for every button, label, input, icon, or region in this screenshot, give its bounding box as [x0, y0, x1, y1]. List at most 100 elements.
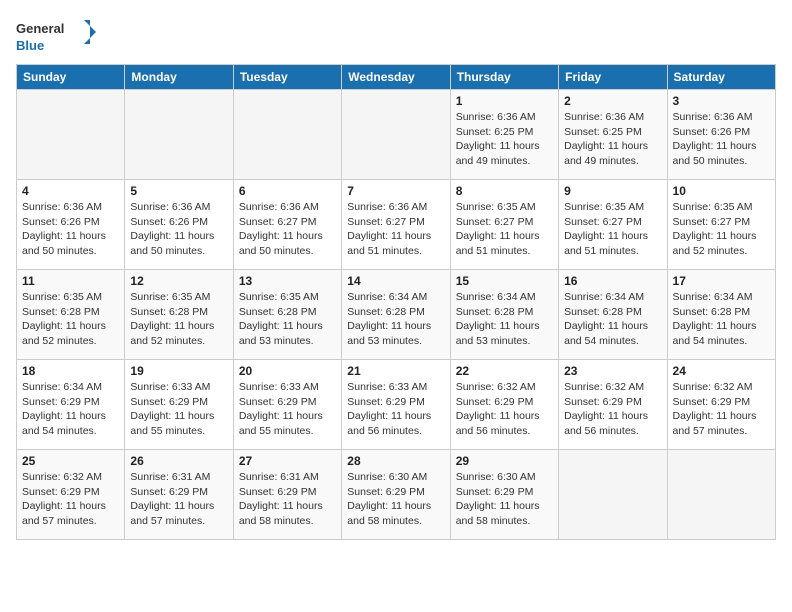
day-number: 11	[22, 274, 119, 288]
calendar-cell: 13 Sunrise: 6:35 AMSunset: 6:28 PMDayligh…	[233, 270, 341, 360]
calendar-cell: 4Sunrise: 6:36 AMSunset: 6:26 PMDaylight…	[17, 180, 125, 270]
calendar-cell: 9Sunrise: 6:35 AMSunset: 6:27 PMDaylight…	[559, 180, 667, 270]
weekday-header: Monday	[125, 65, 233, 90]
day-info: Sunrise: 6:31 AMSunset: 6:29 PMDaylight:…	[130, 470, 227, 529]
day-number: 25	[22, 454, 119, 468]
day-info: Sunrise: 6:34 AMSunset: 6:28 PMDaylight:…	[564, 290, 661, 349]
calendar-cell: 29 Sunrise: 6:30 AMSunset: 6:29 PMDayligh…	[450, 450, 558, 540]
weekday-header: Thursday	[450, 65, 558, 90]
day-number: 13	[239, 274, 336, 288]
calendar-cell: 5 Sunrise: 6:36 AMSunset: 6:26 PMDaylight…	[125, 180, 233, 270]
calendar-cell: 18 Sunrise: 6:34 AMSunset: 6:29 PMDayligh…	[17, 360, 125, 450]
calendar-cell: 2 Sunrise: 6:36 AMSunset: 6:25 PMDaylight…	[559, 90, 667, 180]
day-number: 9	[564, 184, 661, 198]
day-info: Sunrise: 6:30 AMSunset: 6:29 PMDaylight:…	[347, 470, 444, 529]
calendar-cell: 20 Sunrise: 6:33 AMSunset: 6:29 PMDayligh…	[233, 360, 341, 450]
day-info: Sunrise: 6:35 AMSunset: 6:28 PMDaylight:…	[239, 290, 336, 349]
day-number: 27	[239, 454, 336, 468]
calendar-cell: 21Sunrise: 6:33 AMSunset: 6:29 PMDayligh…	[342, 360, 450, 450]
calendar-cell: 12 Sunrise: 6:35 AMSunset: 6:28 PMDayligh…	[125, 270, 233, 360]
day-info: Sunrise: 6:36 AMSunset: 6:25 PMDaylight:…	[564, 110, 661, 169]
day-number: 20	[239, 364, 336, 378]
day-info: Sunrise: 6:36 AMSunset: 6:26 PMDaylight:…	[130, 200, 227, 259]
calendar-cell: 1 Sunrise: 6:36 AMSunset: 6:25 PMDaylight…	[450, 90, 558, 180]
day-number: 15	[456, 274, 553, 288]
day-number: 10	[673, 184, 770, 198]
day-info: Sunrise: 6:33 AMSunset: 6:29 PMDaylight:…	[239, 380, 336, 439]
calendar-cell: 16Sunrise: 6:34 AMSunset: 6:28 PMDayligh…	[559, 270, 667, 360]
day-number: 12	[130, 274, 227, 288]
day-number: 7	[347, 184, 444, 198]
day-number: 24	[673, 364, 770, 378]
day-info: Sunrise: 6:31 AMSunset: 6:29 PMDaylight:…	[239, 470, 336, 529]
calendar-week-row: 11 Sunrise: 6:35 AMSunset: 6:28 PMDayligh…	[17, 270, 776, 360]
calendar-week-row: 1 Sunrise: 6:36 AMSunset: 6:25 PMDaylight…	[17, 90, 776, 180]
day-number: 21	[347, 364, 444, 378]
day-number: 23	[564, 364, 661, 378]
weekday-header: Tuesday	[233, 65, 341, 90]
calendar-cell: 10 Sunrise: 6:35 AMSunset: 6:27 PMDayligh…	[667, 180, 775, 270]
day-number: 22	[456, 364, 553, 378]
day-info: Sunrise: 6:34 AMSunset: 6:29 PMDaylight:…	[22, 380, 119, 439]
calendar-cell: 19 Sunrise: 6:33 AMSunset: 6:29 PMDayligh…	[125, 360, 233, 450]
day-number: 2	[564, 94, 661, 108]
calendar-cell: 7 Sunrise: 6:36 AMSunset: 6:27 PMDaylight…	[342, 180, 450, 270]
calendar-cell: 17 Sunrise: 6:34 AMSunset: 6:28 PMDayligh…	[667, 270, 775, 360]
day-info: Sunrise: 6:36 AMSunset: 6:26 PMDaylight:…	[22, 200, 119, 259]
svg-text:Blue: Blue	[16, 38, 44, 53]
calendar-week-row: 4Sunrise: 6:36 AMSunset: 6:26 PMDaylight…	[17, 180, 776, 270]
day-info: Sunrise: 6:36 AMSunset: 6:27 PMDaylight:…	[239, 200, 336, 259]
day-number: 29	[456, 454, 553, 468]
day-info: Sunrise: 6:35 AMSunset: 6:28 PMDaylight:…	[130, 290, 227, 349]
day-number: 1	[456, 94, 553, 108]
day-info: Sunrise: 6:33 AMSunset: 6:29 PMDaylight:…	[130, 380, 227, 439]
day-info: Sunrise: 6:35 AMSunset: 6:27 PMDaylight:…	[456, 200, 553, 259]
calendar-cell	[342, 90, 450, 180]
day-number: 5	[130, 184, 227, 198]
calendar-cell	[559, 450, 667, 540]
calendar-cell	[233, 90, 341, 180]
day-number: 28	[347, 454, 444, 468]
day-number: 14	[347, 274, 444, 288]
day-info: Sunrise: 6:34 AMSunset: 6:28 PMDaylight:…	[673, 290, 770, 349]
logo-svg: General Blue	[16, 16, 96, 56]
calendar-week-row: 25 Sunrise: 6:32 AMSunset: 6:29 PMDayligh…	[17, 450, 776, 540]
day-info: Sunrise: 6:36 AMSunset: 6:27 PMDaylight:…	[347, 200, 444, 259]
day-info: Sunrise: 6:35 AMSunset: 6:27 PMDaylight:…	[673, 200, 770, 259]
day-number: 26	[130, 454, 227, 468]
calendar-cell: 8Sunrise: 6:35 AMSunset: 6:27 PMDaylight…	[450, 180, 558, 270]
calendar-cell: 6 Sunrise: 6:36 AMSunset: 6:27 PMDaylight…	[233, 180, 341, 270]
calendar-cell	[125, 90, 233, 180]
calendar-table: SundayMondayTuesdayWednesdayThursdayFrid…	[16, 64, 776, 540]
calendar-cell: 25 Sunrise: 6:32 AMSunset: 6:29 PMDayligh…	[17, 450, 125, 540]
day-number: 19	[130, 364, 227, 378]
day-info: Sunrise: 6:34 AMSunset: 6:28 PMDaylight:…	[347, 290, 444, 349]
day-info: Sunrise: 6:32 AMSunset: 6:29 PMDaylight:…	[673, 380, 770, 439]
day-info: Sunrise: 6:36 AMSunset: 6:25 PMDaylight:…	[456, 110, 553, 169]
day-info: Sunrise: 6:30 AMSunset: 6:29 PMDaylight:…	[456, 470, 553, 529]
calendar-cell: 22 Sunrise: 6:32 AMSunset: 6:29 PMDayligh…	[450, 360, 558, 450]
calendar-cell: 23 Sunrise: 6:32 AMSunset: 6:29 PMDayligh…	[559, 360, 667, 450]
svg-text:General: General	[16, 21, 64, 36]
calendar-cell: 3Sunrise: 6:36 AMSunset: 6:26 PMDaylight…	[667, 90, 775, 180]
day-number: 17	[673, 274, 770, 288]
day-info: Sunrise: 6:34 AMSunset: 6:28 PMDaylight:…	[456, 290, 553, 349]
page-header: General Blue	[16, 16, 776, 56]
weekday-header: Friday	[559, 65, 667, 90]
day-info: Sunrise: 6:36 AMSunset: 6:26 PMDaylight:…	[673, 110, 770, 169]
day-number: 18	[22, 364, 119, 378]
calendar-cell: 24 Sunrise: 6:32 AMSunset: 6:29 PMDayligh…	[667, 360, 775, 450]
day-info: Sunrise: 6:32 AMSunset: 6:29 PMDaylight:…	[564, 380, 661, 439]
calendar-week-row: 18 Sunrise: 6:34 AMSunset: 6:29 PMDayligh…	[17, 360, 776, 450]
calendar-cell: 14 Sunrise: 6:34 AMSunset: 6:28 PMDayligh…	[342, 270, 450, 360]
calendar-cell: 26 Sunrise: 6:31 AMSunset: 6:29 PMDayligh…	[125, 450, 233, 540]
calendar-cell: 28 Sunrise: 6:30 AMSunset: 6:29 PMDayligh…	[342, 450, 450, 540]
calendar-cell: 27 Sunrise: 6:31 AMSunset: 6:29 PMDayligh…	[233, 450, 341, 540]
day-number: 6	[239, 184, 336, 198]
day-info: Sunrise: 6:32 AMSunset: 6:29 PMDaylight:…	[22, 470, 119, 529]
weekday-header: Sunday	[17, 65, 125, 90]
calendar-cell	[667, 450, 775, 540]
calendar-cell	[17, 90, 125, 180]
day-info: Sunrise: 6:32 AMSunset: 6:29 PMDaylight:…	[456, 380, 553, 439]
calendar-cell: 11Sunrise: 6:35 AMSunset: 6:28 PMDayligh…	[17, 270, 125, 360]
